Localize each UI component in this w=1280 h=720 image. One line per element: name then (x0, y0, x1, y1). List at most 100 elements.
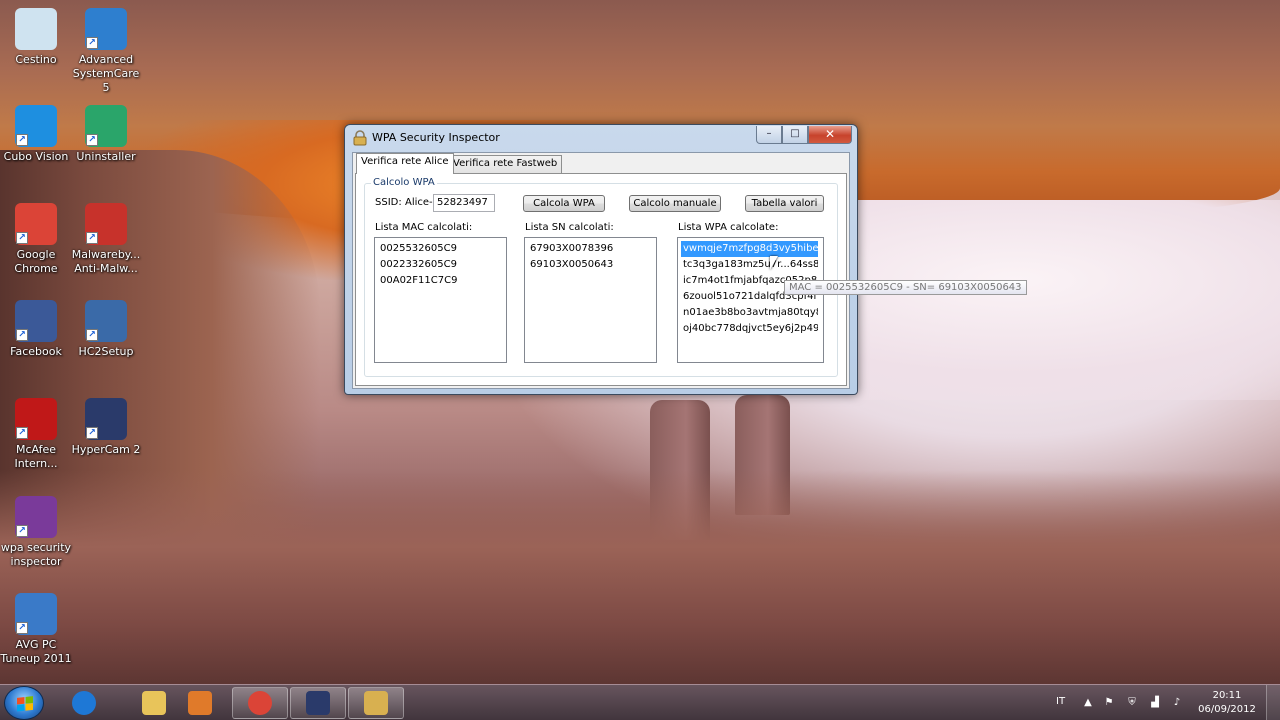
avg-tuneup-icon: ↗ (15, 593, 57, 635)
shortcut-arrow-icon: ↗ (16, 232, 28, 244)
maximize-button[interactable]: □ (782, 126, 808, 144)
lock-icon (364, 691, 388, 715)
facebook-icon: ↗ (15, 300, 57, 342)
list-item[interactable]: oj40bc778dqjvct5ey6j2p49 (683, 321, 818, 337)
listbox-tooltip: MAC = 0025532605C9 - SN= 69103X0050643 (784, 280, 1027, 295)
ssid-input[interactable]: 52823497 (433, 194, 495, 212)
tab-panel-alice: Calcolo WPA SSID: Alice- 52823497 Calcol… (355, 173, 847, 386)
taskbar: IT ▲ ⚑ ⛨ ▟ ♪ 20:11 06/09/2012 (0, 684, 1280, 720)
desktop-icon[interactable]: Cestino (0, 8, 74, 67)
tabella-valori-button[interactable]: Tabella valori (745, 195, 824, 212)
taskbar-button[interactable] (232, 687, 288, 719)
window-titlebar[interactable]: WPA Security Inspector – □ ✕ (345, 125, 857, 151)
list-item[interactable]: 00A02F11C7C9 (380, 273, 501, 289)
network-signal-icon[interactable]: ▟ (1149, 697, 1161, 709)
desktop-icon[interactable]: ↗ Facebook (0, 300, 74, 359)
taskbar-button[interactable] (56, 687, 112, 719)
shortcut-arrow-icon: ↗ (86, 134, 98, 146)
minimize-button[interactable]: – (756, 126, 782, 144)
tab-verifica-rete-fastweb[interactable]: Verifica rete Fastweb (448, 155, 563, 173)
desktop-icon-label: Facebook (10, 345, 62, 358)
desktop-icon-label: Malwareby... Anti-Malw... (71, 248, 141, 275)
cubo-vision-icon: ↗ (15, 105, 57, 147)
desktop-icon[interactable]: ↗ HyperCam 2 (68, 398, 144, 457)
hc2setup-icon: ↗ (85, 300, 127, 342)
malwarebytes-icon: ↗ (85, 203, 127, 245)
action-center-flag-icon[interactable]: ⚑ (1103, 697, 1115, 709)
desktop-icon[interactable]: ↗ wpa security inspector (0, 496, 74, 569)
wpa-listbox[interactable]: vwmqje7mzfpg8d3vy5hibe2e tc3q3ga183mz5u7r… (677, 237, 824, 363)
desktop-icon[interactable]: ↗ Malwareby... Anti-Malw... (68, 203, 144, 276)
shortcut-arrow-icon: ↗ (86, 329, 98, 341)
hypercam-icon: ↗ (85, 398, 127, 440)
sn-list-label: Lista SN calcolati: (525, 222, 614, 233)
desktop-icon-label: HyperCam 2 (71, 443, 141, 456)
chrome-icon: ↗ (15, 203, 57, 245)
taskbar-button[interactable] (348, 687, 404, 719)
winrar-archive-icon: ↗ (15, 496, 57, 538)
show-hidden-icons-icon[interactable]: ▲ (1082, 697, 1094, 709)
internet-explorer-icon (72, 691, 96, 715)
list-item[interactable]: 0022332605C9 (380, 257, 501, 273)
list-item[interactable]: 0025532605C9 (380, 241, 501, 257)
list-item[interactable]: 69103X0050643 (530, 257, 651, 273)
calcola-wpa-button[interactable]: Calcola WPA (523, 195, 605, 212)
wpa-list-label: Lista WPA calcolate: (678, 222, 779, 233)
mac-listbox[interactable]: 0025532605C9 0022332605C9 00A02F11C7C9 (374, 237, 507, 363)
list-item[interactable]: vwmqje7mzfpg8d3vy5hibe2e (681, 241, 818, 257)
media-player-icon (188, 691, 212, 715)
shortcut-arrow-icon: ↗ (16, 134, 28, 146)
security-shield-icon[interactable]: ⛨ (1126, 697, 1138, 709)
chrome-icon (248, 691, 272, 715)
show-desktop-button[interactable] (1266, 685, 1280, 720)
hypercam-icon (306, 691, 330, 715)
tab-verifica-rete-alice[interactable]: Verifica rete Alice (356, 153, 454, 174)
desktop-icon[interactable]: ↗ Uninstaller (68, 105, 144, 164)
desktop-icon-label: Advanced SystemCare 5 (72, 53, 140, 94)
clock-date: 06/09/2012 (1198, 704, 1256, 715)
desktop-icon-label: Cestino (15, 53, 57, 66)
start-button[interactable] (4, 686, 44, 720)
shortcut-arrow-icon: ↗ (16, 329, 28, 341)
desktop-icon-label: Uninstaller (76, 150, 136, 163)
wpa-security-inspector-window[interactable]: WPA Security Inspector – □ ✕ Verifica re… (344, 124, 858, 395)
mcafee-icon: ↗ (15, 398, 57, 440)
desktop-icon[interactable]: ↗ Cubo Vision (0, 105, 74, 164)
window-client-area: Verifica rete Alice Verifica rete Fastwe… (352, 152, 850, 389)
list-item[interactable]: tc3q3ga183mz5u7r...64ss8u (683, 257, 818, 273)
shortcut-arrow-icon: ↗ (86, 232, 98, 244)
desktop-icon[interactable]: ↗ Advanced SystemCare 5 (68, 8, 144, 95)
shortcut-arrow-icon: ↗ (16, 622, 28, 634)
desktop-icon[interactable]: ↗ McAfee Intern... (0, 398, 74, 471)
close-button[interactable]: ✕ (808, 126, 852, 144)
mouse-cursor-icon (770, 256, 778, 270)
desktop-icon[interactable]: ↗ HC2Setup (68, 300, 144, 359)
taskbar-button[interactable] (172, 687, 228, 719)
calcolo-manuale-button[interactable]: Calcolo manuale (629, 195, 721, 212)
mac-list-label: Lista MAC calcolati: (375, 222, 473, 233)
desktop-icon-label: HC2Setup (78, 345, 134, 358)
calcolo-wpa-group: Calcolo WPA SSID: Alice- 52823497 Calcol… (364, 177, 838, 377)
shortcut-arrow-icon: ↗ (86, 37, 98, 49)
uninstaller-icon: ↗ (85, 105, 127, 147)
desktop-icon[interactable]: ↗ Google Chrome (0, 203, 74, 276)
desktop-icon-label: wpa security inspector (0, 541, 72, 568)
sn-listbox[interactable]: 67903X0078396 69103X0050643 (524, 237, 657, 363)
clock-time: 20:11 (1212, 690, 1242, 701)
list-item[interactable]: 67903X0078396 (530, 241, 651, 257)
desktop-icon-label: McAfee Intern... (14, 443, 58, 470)
explorer-folder-icon (142, 691, 166, 715)
windows-logo-icon (17, 696, 33, 712)
alice-prefix-label: Alice- (405, 197, 433, 208)
lock-icon (353, 130, 367, 146)
language-indicator[interactable]: IT (1056, 696, 1065, 720)
shortcut-arrow-icon: ↗ (16, 427, 28, 439)
desktop-icon[interactable]: ↗ AVG PC Tuneup 2011 (0, 593, 74, 666)
taskbar-button[interactable] (290, 687, 346, 719)
system-clock[interactable]: 20:11 06/09/2012 (1196, 689, 1258, 717)
desktop-icon-label: AVG PC Tuneup 2011 (0, 638, 72, 665)
volume-icon[interactable]: ♪ (1171, 697, 1183, 709)
wallpaper-rock-bottom (0, 470, 1280, 684)
group-title: Calcolo WPA (371, 177, 437, 188)
list-item[interactable]: n01ae3b8bo3avtmja80tqy8 (683, 305, 818, 321)
